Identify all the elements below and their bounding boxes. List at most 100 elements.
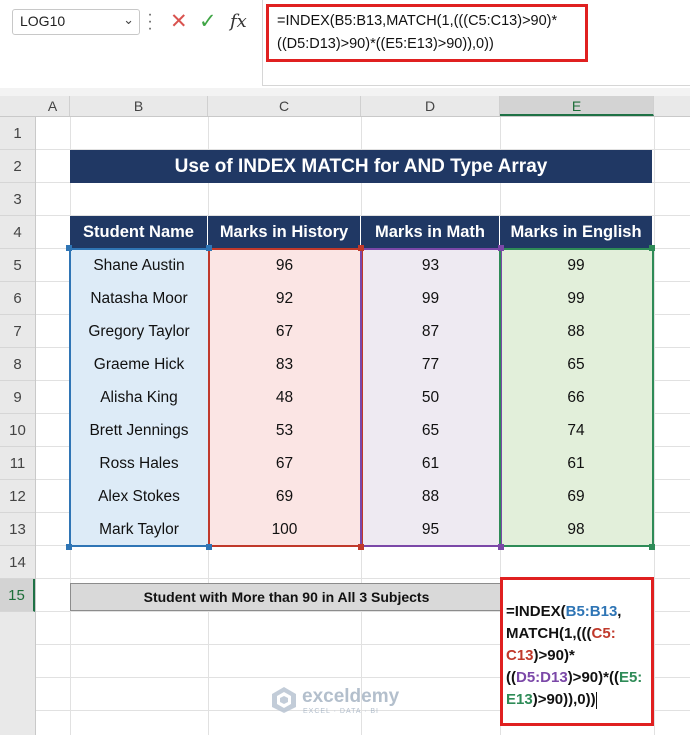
column-header-d[interactable]: D [361, 96, 500, 116]
range-handle[interactable] [649, 245, 655, 251]
formula-ref-d: D5:D13 [516, 669, 568, 686]
math-cell[interactable]: 50 [361, 381, 500, 414]
exceldemy-logo-icon [272, 687, 296, 713]
enter-icon[interactable]: ✓ [199, 9, 217, 35]
row-header-12[interactable]: 12 [0, 480, 35, 513]
row-header-15[interactable]: 15 [0, 579, 35, 612]
header-marks-english[interactable]: Marks in English [500, 216, 652, 248]
row-header-13[interactable]: 13 [0, 513, 35, 546]
summary-label-cell[interactable]: Student with More than 90 in All 3 Subje… [70, 583, 501, 611]
formula-token: =INDEX( [506, 603, 566, 620]
formula-text-highlight[interactable]: =INDEX(B5:B13,MATCH(1,(((C5:C13)>90)* ((… [266, 4, 588, 62]
student-name-cell[interactable]: Brett Jennings [70, 414, 208, 447]
row-header-10[interactable]: 10 [0, 414, 35, 447]
history-cell[interactable]: 69 [208, 480, 361, 513]
math-cell[interactable]: 99 [361, 282, 500, 315]
math-cell[interactable]: 65 [361, 414, 500, 447]
formula-ref-b: B5:B13 [565, 603, 618, 620]
exceldemy-watermark: exceldemy EXCEL · DATA · BI [270, 684, 420, 720]
math-cell[interactable]: 93 [361, 249, 500, 282]
student-name-cell[interactable]: Graeme Hick [70, 348, 208, 381]
header-student-name[interactable]: Student Name [70, 216, 208, 248]
formula-ref-e: E13 [506, 691, 533, 708]
range-handle[interactable] [358, 544, 364, 550]
column-headers: A B C D E [0, 96, 690, 117]
chevron-down-icon[interactable]: ⌄ [123, 12, 134, 28]
english-cell[interactable]: 69 [500, 480, 652, 513]
history-cell[interactable]: 53 [208, 414, 361, 447]
formula-token: , [617, 603, 622, 620]
row-header-1[interactable]: 1 [0, 117, 35, 150]
row-header-5[interactable]: 5 [0, 249, 35, 282]
row-headers: 1 2 3 4 5 6 7 8 9 10 11 12 13 14 15 [0, 117, 36, 735]
row-header-11[interactable]: 11 [0, 447, 35, 480]
english-cell[interactable]: 61 [500, 447, 652, 480]
formula-token: (( [506, 669, 516, 686]
math-cell[interactable]: 77 [361, 348, 500, 381]
watermark-name: exceldemy [302, 686, 400, 707]
english-cell[interactable]: 99 [500, 249, 652, 282]
column-header-b[interactable]: B [70, 96, 208, 116]
student-name-cell[interactable]: Natasha Moor [70, 282, 208, 315]
student-name-cell[interactable]: Shane Austin [70, 249, 208, 282]
english-cell[interactable]: 88 [500, 315, 652, 348]
column-header-a[interactable]: A [36, 96, 70, 116]
row-header-9[interactable]: 9 [0, 381, 35, 414]
student-name-cell[interactable]: Alex Stokes [70, 480, 208, 513]
range-handle[interactable] [498, 245, 504, 251]
row-header-4[interactable]: 4 [0, 216, 35, 249]
formula-buttons: ✕ ✓ fx [165, 8, 257, 36]
column-header-e[interactable]: E [500, 96, 654, 116]
english-cell[interactable]: 74 [500, 414, 652, 447]
row-header-8[interactable]: 8 [0, 348, 35, 381]
grid-line [654, 117, 655, 735]
math-cell[interactable]: 61 [361, 447, 500, 480]
text-cursor [595, 691, 597, 709]
history-cell[interactable]: 67 [208, 315, 361, 348]
summary-label-text: Student with More than 90 in All 3 Subje… [143, 589, 430, 605]
range-handle[interactable] [66, 544, 72, 550]
sheet-title[interactable]: Use of INDEX MATCH for AND Type Array [70, 150, 652, 183]
student-name-cell[interactable]: Mark Taylor [70, 513, 208, 546]
header-marks-math[interactable]: Marks in Math [361, 216, 500, 248]
formula-token: MATCH(1,((( [506, 625, 592, 642]
history-cell[interactable]: 67 [208, 447, 361, 480]
history-cell[interactable]: 48 [208, 381, 361, 414]
history-cell[interactable]: 100 [208, 513, 361, 546]
range-handle[interactable] [498, 544, 504, 550]
history-cell[interactable]: 96 [208, 249, 361, 282]
insert-function-icon[interactable]: fx [230, 9, 247, 35]
english-cell[interactable]: 99 [500, 282, 652, 315]
math-cell[interactable]: 88 [361, 480, 500, 513]
student-name-cell[interactable]: Ross Hales [70, 447, 208, 480]
formula-token: )>90)* [533, 647, 575, 664]
range-handle[interactable] [358, 245, 364, 251]
math-cell[interactable]: 87 [361, 315, 500, 348]
range-handle[interactable] [206, 245, 212, 251]
name-box[interactable]: LOG10 ⌄ [12, 9, 140, 35]
formula-ref-c: C13 [506, 647, 534, 664]
header-marks-history[interactable]: Marks in History [208, 216, 361, 248]
math-cell[interactable]: 95 [361, 513, 500, 546]
formula-bar: LOG10 ⌄ · · · ✕ ✓ fx =INDEX(B5:B13,MATCH(1… [0, 0, 690, 96]
row-header-7[interactable]: 7 [0, 315, 35, 348]
english-cell[interactable]: 65 [500, 348, 652, 381]
column-header-c[interactable]: C [208, 96, 361, 116]
range-handle[interactable] [206, 544, 212, 550]
editing-cell-e15[interactable]: =INDEX(B5:B13, MATCH(1,(((C5: C13)>90)* … [500, 577, 654, 726]
formula-input-area[interactable]: =INDEX(B5:B13,MATCH(1,(((C5:C13)>90)* ((… [262, 0, 690, 86]
english-cell[interactable]: 66 [500, 381, 652, 414]
student-name-cell[interactable]: Alisha King [70, 381, 208, 414]
cancel-icon[interactable]: ✕ [170, 9, 188, 35]
student-name-cell[interactable]: Gregory Taylor [70, 315, 208, 348]
row-header-14[interactable]: 14 [0, 546, 35, 579]
row-header-3[interactable]: 3 [0, 183, 35, 216]
history-cell[interactable]: 83 [208, 348, 361, 381]
range-handle[interactable] [649, 544, 655, 550]
history-cell[interactable]: 92 [208, 282, 361, 315]
row-header-6[interactable]: 6 [0, 282, 35, 315]
english-cell[interactable]: 98 [500, 513, 652, 546]
more-options-icon[interactable]: · · · [147, 7, 153, 37]
row-header-2[interactable]: 2 [0, 150, 35, 183]
range-handle[interactable] [66, 245, 72, 251]
